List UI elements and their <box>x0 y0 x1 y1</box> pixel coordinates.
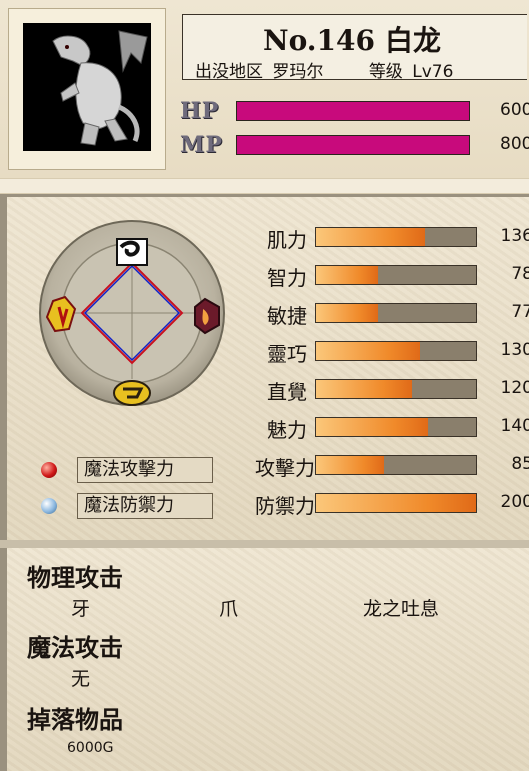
stat-bar <box>315 227 477 247</box>
separator <box>0 540 529 548</box>
stat-label: 敏捷 <box>267 304 307 328</box>
physical-attack-item: 牙 <box>71 598 91 620</box>
stat-label: 肌力 <box>267 228 307 252</box>
stat-bar-fill <box>316 494 476 512</box>
dragon-illustration <box>23 23 151 151</box>
info-panel: 物理攻击 牙 爪 龙之吐息 魔法攻击 无 掉落物品 6000G <box>0 548 529 771</box>
physical-attack-item: 龙之吐息 <box>363 598 440 620</box>
stat-value: 85 <box>511 454 529 474</box>
magic-attack-title: 魔法攻击 <box>27 634 123 662</box>
stats-panel: 肌力 136 智力 78 敏捷 77 靈巧 130 直覺 120 魅力 140 攻擊力 85 防禦力 200 … <box>0 194 529 540</box>
stat-bar-fill <box>316 342 420 360</box>
magic-defense-orb-icon <box>41 498 57 514</box>
monster-header: No.146 白龙 出没地区 罗玛尔 等级 Lv76 HP 600 MP 800 <box>0 0 529 178</box>
stat-label: 防禦力 <box>255 494 315 518</box>
drop-item: 6000G <box>67 740 114 756</box>
wind-element-icon <box>116 238 148 266</box>
stat-bar <box>315 493 477 513</box>
area-label: 出没地区 <box>195 62 263 82</box>
hp-bar <box>236 101 470 121</box>
stat-bar-fill <box>316 266 379 284</box>
element-wheel <box>39 220 225 406</box>
stat-value: 136 <box>500 226 529 246</box>
stat-bar <box>315 265 477 285</box>
stat-bar <box>315 303 477 323</box>
stat-label: 靈巧 <box>267 342 307 366</box>
stat-label: 智力 <box>267 266 307 290</box>
stat-value: 78 <box>511 264 529 284</box>
hp-bar-fill <box>237 102 469 120</box>
monster-name: 白龙 <box>384 24 441 57</box>
mp-label: MP <box>180 132 223 158</box>
magic-attack-item: 无 <box>71 668 91 690</box>
hp-label: HP <box>180 98 220 124</box>
stat-bar <box>315 379 477 399</box>
stat-bar-fill <box>316 228 425 246</box>
level-value: Lv76 <box>412 62 454 82</box>
stat-bar <box>315 455 477 475</box>
physical-attack-title: 物理攻击 <box>27 564 123 592</box>
stat-bar <box>315 341 477 361</box>
physical-attack-item: 爪 <box>219 598 239 620</box>
stat-bar <box>315 417 477 437</box>
monster-portrait <box>23 23 151 151</box>
stat-bar-fill <box>316 456 384 474</box>
stat-label: 攻擊力 <box>255 456 315 480</box>
stat-value: 130 <box>500 340 529 360</box>
portrait-frame <box>8 8 166 170</box>
monster-number: No.146 <box>263 24 375 57</box>
monster-title: No.146 白龙 <box>263 19 451 59</box>
magic-attack-orb-icon <box>41 462 57 478</box>
level-label: 等级 <box>368 62 403 82</box>
mp-value: 800 <box>500 134 529 154</box>
stat-bar-fill <box>316 380 412 398</box>
stat-value: 140 <box>500 416 529 436</box>
area-value: 罗玛尔 <box>272 62 324 82</box>
stat-bar-fill <box>316 304 378 322</box>
stat-label: 直覺 <box>267 380 307 404</box>
fire-element-icon <box>194 297 220 335</box>
stat-label: 魅力 <box>267 418 307 442</box>
stat-value: 120 <box>500 378 529 398</box>
hp-value: 600 <box>500 100 529 120</box>
magic-defense-tag: 魔法防禦力 <box>77 493 213 519</box>
separator <box>0 178 529 194</box>
stat-bar-fill <box>316 418 428 436</box>
monster-name-box: No.146 白龙 出没地区 罗玛尔 等级 Lv76 <box>182 14 527 82</box>
stat-value: 200 <box>500 492 529 512</box>
stat-value: 77 <box>511 302 529 322</box>
earth-element-icon <box>113 380 151 406</box>
mp-bar <box>236 135 470 155</box>
magic-attack-tag: 魔法攻擊力 <box>77 457 213 483</box>
mp-bar-fill <box>237 136 469 154</box>
drops-title: 掉落物品 <box>27 706 123 734</box>
monster-subinfo: 出没地区 罗玛尔 等级 Lv76 <box>195 57 457 82</box>
